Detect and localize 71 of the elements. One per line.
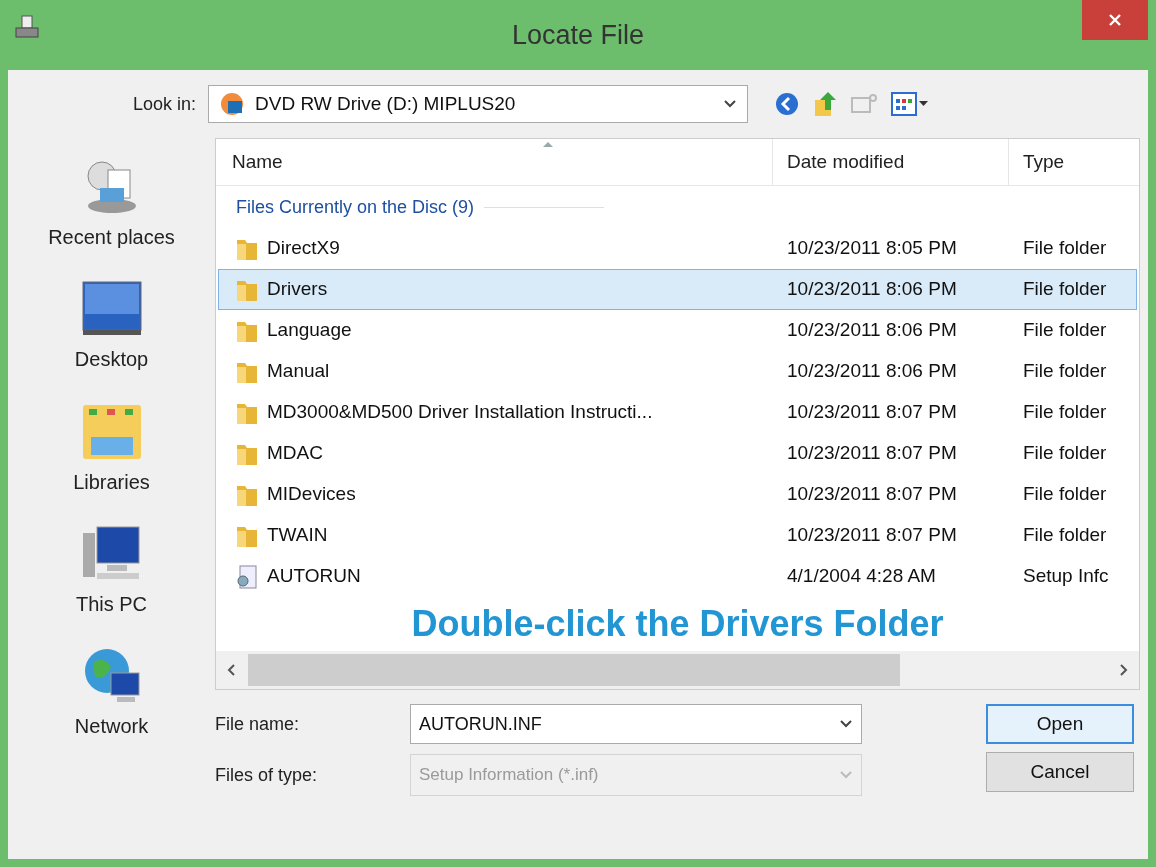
file-name-label: File name: — [215, 712, 300, 736]
sort-arrow-icon — [542, 141, 554, 148]
type-cell-text: Setup Infc — [1022, 564, 1109, 589]
type-cell-text: File folder — [1022, 236, 1107, 261]
dialog-button[interactable]: Cancel — [986, 752, 1134, 792]
disc-drive-icon — [219, 91, 245, 117]
column-header[interactable]: Type — [1008, 139, 1139, 186]
file-name: AUTORUN — [267, 564, 361, 589]
look-in-dropdown[interactable]: DVD RW Drive (D:) MIPLUS20 — [208, 85, 748, 123]
file-row[interactable]: TWAIN 10/23/2011 8:07 PM File folder — [218, 515, 1137, 557]
file-type-label: Files of type: — [215, 763, 318, 787]
file-name: TWAIN — [267, 523, 328, 548]
sidebar-item[interactable]: This PC — [16, 510, 207, 632]
view-menu-icon[interactable] — [890, 91, 930, 117]
sidebar-item[interactable]: Recent places — [16, 144, 207, 266]
date-cell-text: 10/23/2011 8:06 PM — [786, 318, 958, 343]
type-cell-text: File folder — [1022, 318, 1107, 343]
scroll-right-icon[interactable] — [1119, 663, 1129, 678]
file-name: Drivers — [267, 277, 328, 302]
window-title: Locate File — [511, 18, 645, 52]
settings-file-icon — [235, 563, 259, 590]
file-name: DirectX9 — [267, 236, 340, 261]
file-row[interactable]: Drivers 10/23/2011 8:06 PM File folder — [218, 269, 1137, 311]
file-row[interactable]: Manual 10/23/2011 8:06 PM File folder — [218, 351, 1137, 393]
chevron-down-icon — [839, 770, 853, 780]
file-row[interactable]: MIDevices 10/23/2011 8:07 PM File folder — [218, 474, 1137, 516]
new-folder-icon[interactable] — [850, 92, 878, 116]
type-cell-text: File folder — [1022, 482, 1107, 507]
date-cell-text: 10/23/2011 8:07 PM — [786, 523, 958, 548]
instruction-text: Double-click the Drivers Folder — [411, 602, 944, 647]
date-cell-text: 10/23/2011 8:07 PM — [786, 482, 958, 507]
look-in-label: Look in: — [132, 92, 196, 116]
column-header[interactable]: Name — [216, 139, 772, 186]
file-name-field[interactable]: AUTORUN.INF — [410, 704, 862, 744]
date-cell-text: 10/23/2011 8:06 PM — [786, 277, 958, 302]
file-row[interactable]: AUTORUN 4/1/2004 4:28 AM Setup Infc — [218, 556, 1137, 598]
type-cell-text: File folder — [1022, 400, 1107, 425]
column-header[interactable]: Date modified — [772, 139, 1008, 186]
date-cell-text: 10/23/2011 8:07 PM — [786, 441, 958, 466]
file-name: MIDevices — [267, 482, 356, 507]
file-name: MD3000&MD500 Driver Installation Instructi... — [267, 400, 653, 425]
chevron-down-icon — [839, 719, 853, 729]
sidebar-item[interactable]: Desktop — [16, 266, 207, 388]
scroll-left-icon[interactable] — [226, 663, 236, 678]
type-cell-text: File folder — [1022, 441, 1107, 466]
scrollbar-thumb[interactable] — [248, 654, 900, 687]
date-cell-text: 4/1/2004 4:28 AM — [786, 564, 937, 589]
file-row[interactable]: MDAC 10/23/2011 8:07 PM File folder — [218, 433, 1137, 475]
close-button[interactable] — [1082, 0, 1148, 40]
date-cell-text: 10/23/2011 8:05 PM — [786, 236, 958, 261]
file-row[interactable]: DirectX9 10/23/2011 8:05 PM File folder — [218, 228, 1137, 270]
group-header: Files Currently on the Disc (9) — [236, 195, 475, 219]
chevron-down-icon — [723, 99, 737, 109]
close-icon — [1108, 13, 1122, 27]
sidebar-item[interactable]: Network — [16, 632, 207, 754]
date-cell-text: 10/23/2011 8:06 PM — [786, 359, 958, 384]
dialog-button[interactable]: Open — [986, 704, 1134, 744]
sidebar-item[interactable]: Libraries — [16, 388, 207, 510]
file-name: Language — [267, 318, 352, 343]
type-cell-text: File folder — [1022, 277, 1107, 302]
type-cell-text: File folder — [1022, 359, 1107, 384]
date-cell-text: 10/23/2011 8:07 PM — [786, 400, 958, 425]
type-cell-text: File folder — [1022, 523, 1107, 548]
file-row[interactable]: Language 10/23/2011 8:06 PM File folder — [218, 310, 1137, 352]
back-icon[interactable] — [774, 91, 800, 117]
horizontal-scrollbar[interactable] — [216, 651, 1139, 689]
file-name: Manual — [267, 359, 330, 384]
file-row[interactable]: MD3000&MD500 Driver Installation Instructi... 10/23/2011 8:07 PM File folder — [218, 392, 1137, 434]
app-icon — [14, 14, 40, 40]
up-folder-icon[interactable] — [812, 90, 838, 118]
file-name: MDAC — [267, 441, 323, 466]
